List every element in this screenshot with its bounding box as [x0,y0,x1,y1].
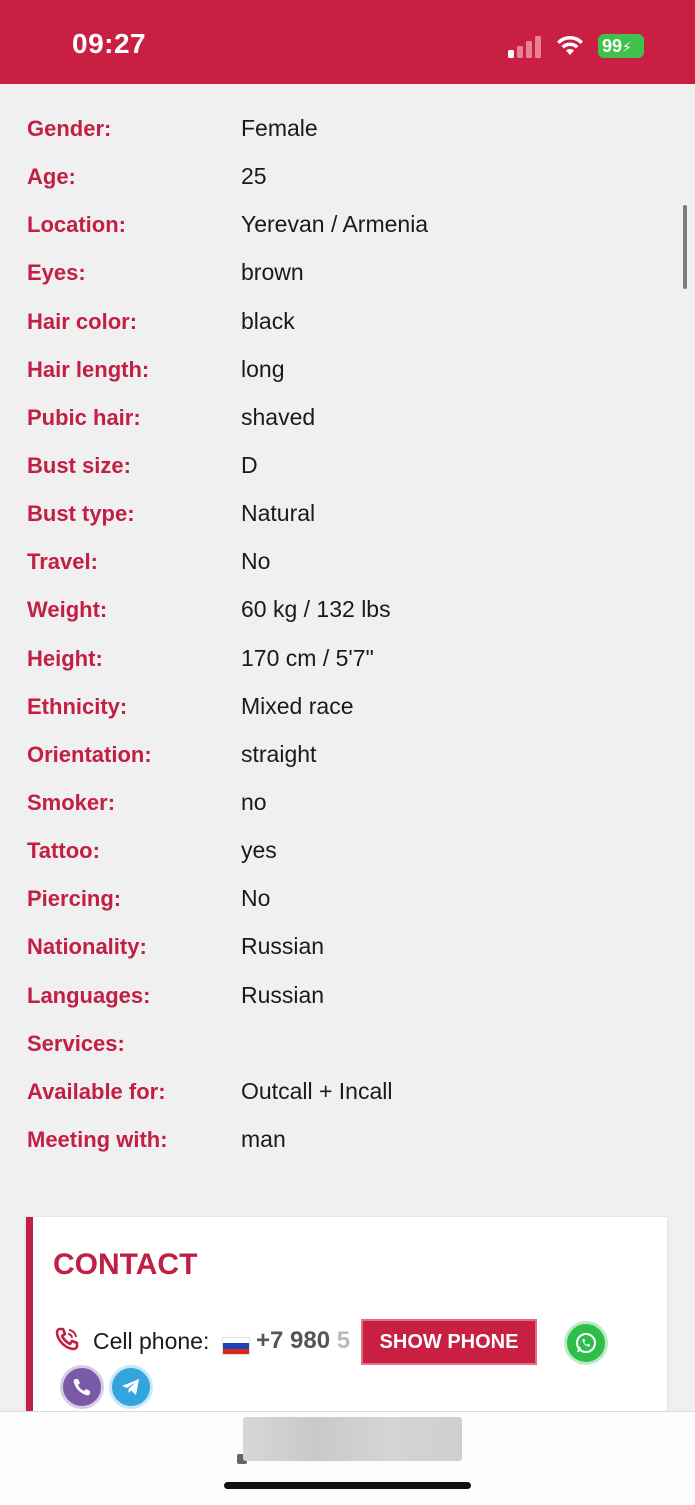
telegram-icon[interactable] [109,1365,153,1409]
detail-label: Eyes: [27,260,86,286]
detail-row: Travel: No [27,541,667,589]
status-bar: 09:27 99⚡ [0,0,695,84]
detail-value: Natural [241,500,316,527]
phone-number-partial: +7 980 5 [256,1327,350,1355]
profile-details-list: Gender: Female Age: 25 Location: Yerevan / Ar… [27,108,667,1167]
detail-row: Height: 170 cm / 5'7" [27,638,667,686]
detail-value: D [241,451,258,478]
detail-value: 170 cm / 5'7" [241,644,374,671]
detail-label: Height: [27,645,103,671]
detail-row: Weight: 60 kg / 132 lbs [27,589,667,637]
phone-number-visible: +7 980 [256,1327,331,1354]
whatsapp-icon[interactable] [564,1321,608,1365]
detail-row: Nationality: Russian [27,926,667,974]
detail-label: Pubic hair: [27,404,141,430]
status-time: 09:27 [72,28,147,59]
detail-value: brown [241,259,304,286]
detail-row: Bust size: D [27,445,667,493]
detail-value: No [241,548,271,575]
detail-row: Orientation: straight [27,734,667,782]
browser-address-bar[interactable] [0,1411,695,1505]
detail-row: Eyes: brown [27,252,667,300]
detail-value: no [241,788,267,815]
detail-value: Mixed race [241,692,354,719]
detail-label: Orientation: [27,741,152,767]
detail-label: Hair color: [27,308,138,334]
phone-icon [53,1325,81,1353]
detail-label: Travel: [27,549,98,575]
detail-row: Tattoo: yes [27,830,667,878]
detail-row: Available for: Outcall + Incall [27,1071,667,1119]
viber-icon[interactable] [60,1365,104,1409]
detail-value: 25 [241,163,267,190]
detail-label: Piercing: [27,886,122,912]
phone-number-faded: 5 [330,1327,351,1354]
detail-row: Location: Yerevan / Armenia [27,204,667,252]
detail-label: Meeting with: [27,1126,168,1152]
detail-value: shaved [241,403,316,430]
detail-value: Russian [241,933,325,960]
detail-value: Russian [241,981,325,1008]
page-scrollbar[interactable] [683,205,687,289]
detail-label: Languages: [27,982,151,1008]
detail-label: Bust type: [27,501,135,527]
detail-value: No [241,885,271,912]
detail-label: Services: [27,1030,125,1056]
show-phone-button[interactable]: SHOW PHONE [361,1319,537,1365]
url-redacted [243,1417,462,1461]
detail-row: Bust type: Natural [27,493,667,541]
detail-row: Age: 25 [27,156,667,204]
detail-value: straight [241,740,317,767]
detail-label: Location: [27,212,126,238]
detail-value: Female [241,115,318,141]
detail-value: 60 kg / 132 lbs [241,596,391,623]
detail-row: Pubic hair: shaved [27,397,667,445]
detail-label: Age: [27,164,76,190]
detail-row: Hair length: long [27,349,667,397]
detail-label: Smoker: [27,789,116,815]
detail-value: Outcall + Incall [241,1077,393,1104]
detail-row: Meeting with: man [27,1119,667,1167]
wifi-icon [554,33,586,57]
detail-label: Bust size: [27,452,131,478]
detail-label: Ethnicity: [27,693,128,719]
detail-value: man [241,1125,286,1152]
detail-label: Weight: [27,597,108,623]
cell-phone-label: Cell phone: [93,1328,210,1354]
detail-row: Smoker: no [27,782,667,830]
contact-card: CONTACT Cell phone: +7 980 5 SHOW PHONE [26,1217,667,1417]
detail-value: Yerevan / Armenia [241,211,429,238]
detail-label: Hair length: [27,356,150,382]
detail-value: black [241,307,295,334]
detail-row: Hair color: black [27,301,667,349]
detail-label: Gender: [27,116,112,141]
russia-flag-icon [222,1337,250,1355]
battery-icon: 99⚡ [598,34,644,58]
detail-row: Gender: Female [27,108,667,156]
detail-row: Languages: Russian [27,975,667,1023]
detail-value: yes [241,837,277,864]
detail-row: Piercing: No [27,878,667,926]
detail-row: Services: [27,1023,667,1071]
detail-row: Ethnicity: Mixed race [27,686,667,734]
home-indicator[interactable] [224,1482,471,1489]
detail-label: Nationality: [27,934,147,960]
contact-title: CONTACT [53,1248,198,1281]
cellular-signal-icon [508,34,544,58]
battery-level: 99 [602,36,623,56]
detail-value: long [241,355,285,382]
detail-label: Available for: [27,1078,166,1104]
detail-label: Tattoo: [27,838,100,864]
